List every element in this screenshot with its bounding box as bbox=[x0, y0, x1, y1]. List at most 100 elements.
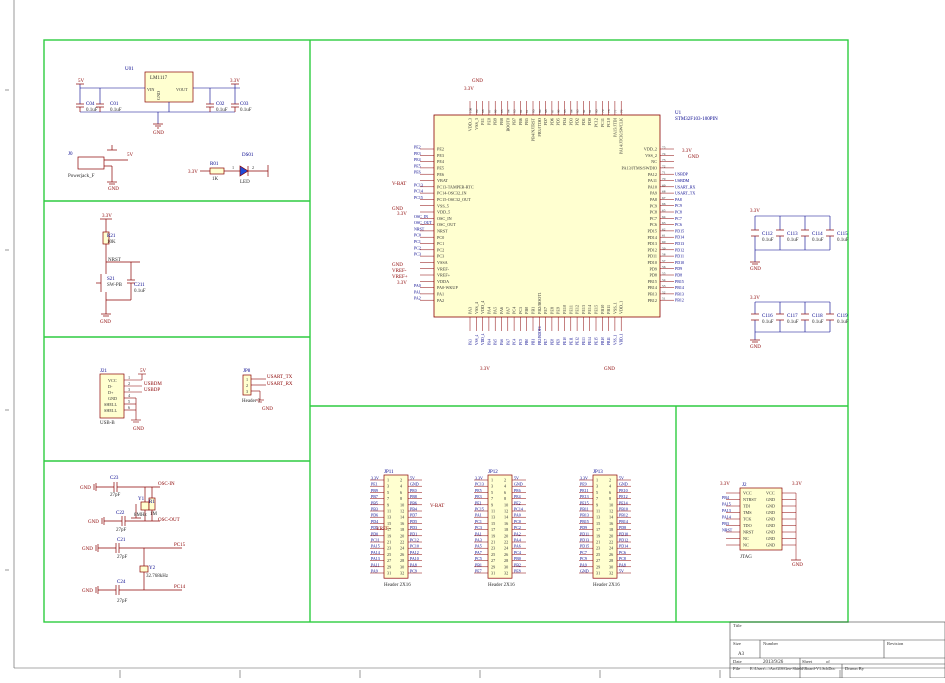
header-ref: JP11 bbox=[384, 470, 394, 475]
header-left-net: PB13 bbox=[580, 513, 589, 518]
mcu-top-pin-num: 76 bbox=[620, 109, 624, 113]
osc-gnd-3: GND bbox=[82, 547, 93, 552]
header-pin-num-even: 26 bbox=[609, 552, 613, 557]
mcu-right-pin-num: 58 bbox=[662, 253, 666, 257]
header-pin-num-odd: 17 bbox=[596, 527, 600, 532]
mcu-top-pin-name: VSS_3 bbox=[474, 118, 479, 130]
mcu-right-net: PC7 bbox=[675, 216, 682, 221]
mcu-left-pin-name: PE4 bbox=[437, 159, 445, 164]
mcu-top-pin-name: BOOT0 bbox=[505, 118, 510, 132]
jtag-left-pin-name: NC bbox=[743, 543, 749, 548]
mcu-right-pin-num: 56 bbox=[662, 265, 666, 269]
mcu-top-pin-num: 98 bbox=[481, 109, 485, 113]
header-pin-num-odd: 23 bbox=[491, 546, 495, 551]
header-pin-num-even: 32 bbox=[400, 571, 404, 576]
mcu-bottom-pin-name: PB11 bbox=[606, 305, 611, 314]
header-pin-num-even: 6 bbox=[504, 490, 506, 495]
mcu-left-pin-name: PA0-WKUP bbox=[437, 285, 458, 290]
jtag-net: PB3 bbox=[722, 521, 729, 526]
mcu-right-pin-name: PA9 bbox=[650, 191, 657, 196]
header-right-net: PD7 bbox=[410, 513, 417, 518]
header-left-net: PC3 bbox=[475, 525, 482, 530]
header-right-net: GND bbox=[514, 482, 523, 487]
mcu-bottom-pin-name: VDD_1 bbox=[619, 301, 624, 314]
osc-c23-val: 27pF bbox=[110, 493, 121, 498]
led-symbol[interactable] bbox=[239, 165, 249, 177]
mcu-left-net: PA2 bbox=[414, 296, 421, 301]
header-pin-num-even: 20 bbox=[400, 533, 404, 538]
mcu-right-pin-name: PA13/JTMS/SWDIO bbox=[622, 166, 657, 171]
mcu-right-pin-num: 72 bbox=[662, 164, 666, 168]
header-pin-num-even: 16 bbox=[400, 521, 404, 526]
osc-c24-val: 27pF bbox=[117, 599, 128, 604]
mcu-block: U1 STM32F103-100PIN GND 3.3V V-BAT GND 3… bbox=[392, 79, 718, 372]
led-net: 3.3V bbox=[188, 170, 198, 175]
header-left-net: PE7 bbox=[475, 569, 482, 574]
jtag-right-pin-name: GND bbox=[766, 543, 775, 548]
header-pin-num-odd: 25 bbox=[596, 552, 600, 557]
header-pin-num-odd: 19 bbox=[491, 533, 495, 538]
mcu-right-net: PD10 bbox=[675, 260, 684, 265]
usb-num-2: 2 bbox=[128, 381, 130, 386]
mcu-right-net: PB15 bbox=[675, 279, 684, 284]
decoup-net-2: 3.3V bbox=[750, 296, 760, 301]
mcu-left-pin-name: PC3 bbox=[437, 254, 444, 259]
power-block: U01 LM1117 VIN VOUT GND 5V 3.3V GND C04 … bbox=[68, 67, 269, 192]
header-pin-num-odd: 1 bbox=[596, 478, 598, 483]
decoup-gnd-1: GND bbox=[750, 267, 761, 272]
mcu-bottom-net: PA3 bbox=[469, 339, 473, 345]
mcu-left-net: OSC_IN bbox=[414, 214, 428, 219]
mcu-right-pin-num: 69 bbox=[662, 183, 666, 187]
mcu-top-pin-name: VDD_3 bbox=[468, 118, 473, 131]
header-right-net: 5V bbox=[619, 476, 624, 481]
mcu-bottom-pin-name: PE13 bbox=[581, 305, 586, 314]
header-right-net: PA8 bbox=[410, 562, 417, 567]
header-pin-num-odd: 11 bbox=[596, 509, 600, 514]
decoup-row2-ref: C118 bbox=[812, 314, 823, 319]
mcu-bottom-net: PA6 bbox=[500, 339, 504, 345]
mcu-right-pin-name: PA10 bbox=[648, 184, 657, 189]
header-pin-num-odd: 5 bbox=[491, 490, 493, 495]
mcu-right-pin-num: 73 bbox=[662, 158, 666, 162]
decoup-row1-ref: C113 bbox=[787, 232, 798, 237]
reset-c-ref: C211 bbox=[134, 283, 145, 288]
header-right-net: PD10 bbox=[619, 531, 628, 536]
mcu-right-pin-num: 53 bbox=[662, 284, 666, 288]
mcu-top-3v3: 3.3V bbox=[464, 87, 474, 92]
mcu-top-pin-name: PB6 bbox=[518, 118, 523, 125]
mcu-right-pin-name: PD13 bbox=[647, 241, 657, 246]
header-pin-num-even: 28 bbox=[504, 558, 508, 563]
osc-c22-ref: C22 bbox=[116, 511, 125, 516]
osc-gnd-2: GND bbox=[88, 520, 99, 525]
usb-num-5: 5 bbox=[128, 399, 130, 404]
reset-sw-ref: S21 bbox=[107, 277, 115, 282]
mcu-bottom-pin-name: VSS_4 bbox=[474, 301, 479, 314]
mcu-bottom-pin-name: PA7 bbox=[505, 307, 510, 314]
led-pin2: 2 bbox=[252, 165, 254, 170]
mcu-bottom-pin-name: PE10 bbox=[562, 305, 567, 314]
header-right-net: PC6 bbox=[619, 550, 626, 555]
regulator-gnd: GND bbox=[153, 131, 164, 136]
mcu-top-pin-num: 93 bbox=[513, 109, 517, 113]
jtag-left-pin-name: TMS bbox=[743, 510, 752, 515]
cap-c01-ref: C01 bbox=[110, 102, 119, 107]
osc-r1-val: 1M bbox=[150, 512, 158, 517]
mcu-top-pin-name: PA14/JTCK/SWCLK bbox=[619, 118, 624, 154]
mcu-left-pin-name: OSC_IN bbox=[437, 216, 452, 221]
header-left-net: PB5 bbox=[371, 500, 378, 505]
header-right-net: PD1 bbox=[410, 531, 417, 536]
header-left-net: PD11 bbox=[580, 531, 589, 536]
mcu-body[interactable] bbox=[433, 114, 661, 318]
mcu-bottom-pin-name: PC4 bbox=[512, 306, 517, 314]
header-left-net: PA3 bbox=[475, 538, 482, 543]
header-pin-num-even: 32 bbox=[504, 571, 508, 576]
regulator-ref: U01 bbox=[125, 67, 134, 72]
mcu-right-pin-num: 62 bbox=[662, 227, 666, 231]
header-ref: JP12 bbox=[488, 470, 498, 475]
usb-pin-dm: D- bbox=[108, 384, 113, 389]
mcu-right-pin-name: PA8 bbox=[650, 197, 657, 202]
header-pin-num-odd: 1 bbox=[387, 478, 389, 483]
mcu-top-pin-num: 84 bbox=[569, 109, 573, 113]
osc-gnd-4: GND bbox=[82, 589, 93, 594]
led-resistor[interactable] bbox=[209, 167, 225, 175]
